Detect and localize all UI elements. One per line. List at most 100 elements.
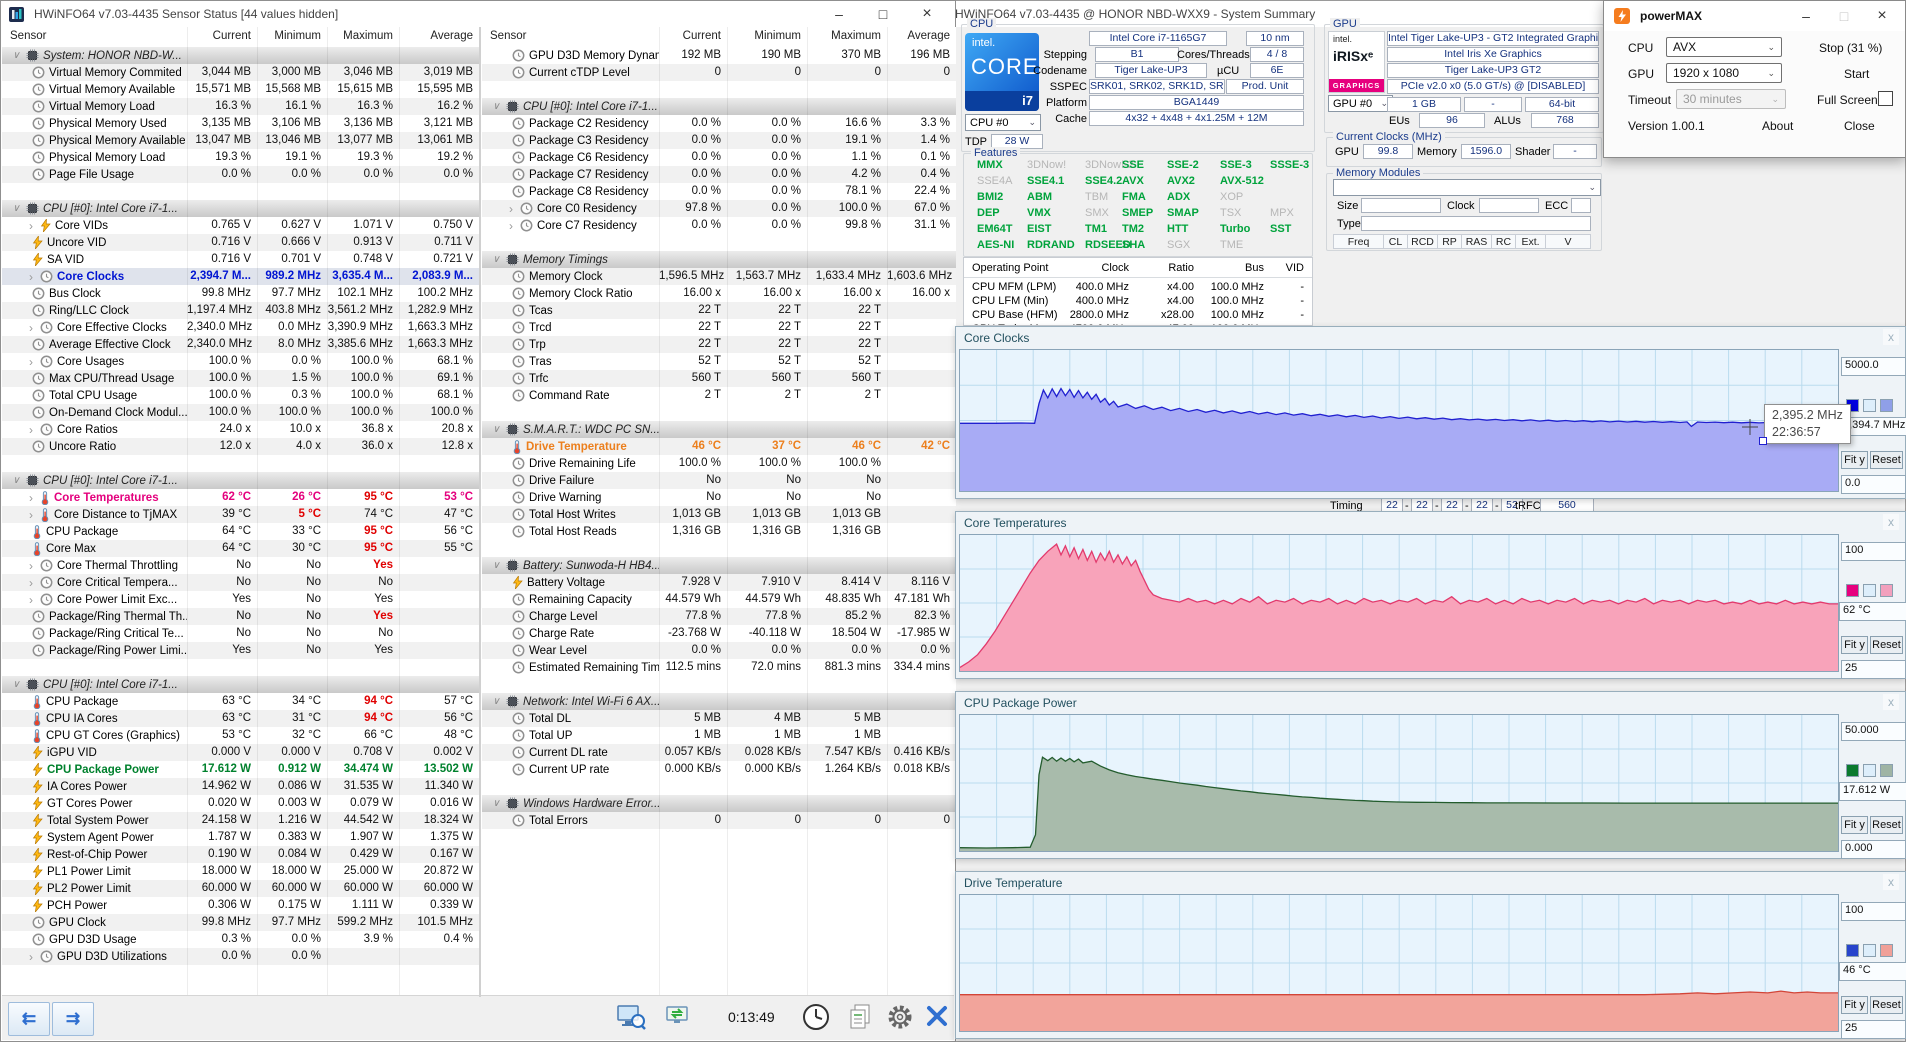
sensor-row[interactable]: Uncore Ratio12.0 x4.0 x36.0 x12.8 x [2,438,479,455]
graph-plot-area[interactable] [959,534,1839,672]
sensor-row[interactable]: ›Core Critical Tempera...NoNoNo [2,574,479,591]
sensor-section-row[interactable]: ∨CPU [#0]: Intel Core i7-1... [2,200,479,217]
sensor-row[interactable]: Command Rate2 T2 T2 T [482,387,956,404]
sensor-row[interactable]: ›Core Usages100.0 %0.0 %100.0 %68.1 % [2,353,479,370]
column-header-current[interactable]: Current [187,27,257,47]
sensor-row[interactable]: Drive WarningNoNoNo [482,489,956,506]
sensor-row[interactable]: Memory Clock Ratio16.00 x16.00 x16.00 x1… [482,285,956,302]
sensor-row[interactable]: Physical Memory Load19.3 %19.1 %19.3 %19… [2,149,479,166]
expand-icon[interactable]: › [24,950,38,964]
sensor-row[interactable]: Package C8 Residency0.0 %0.0 %78.1 %22.4… [482,183,956,200]
column-header-minimum[interactable]: Minimum [727,27,807,47]
pm-cpu-dropdown[interactable]: AVX⌄ [1666,37,1782,57]
sensor-section-row[interactable]: ∨Windows Hardware Error... [482,795,956,812]
sensor-row[interactable]: Battery Voltage7.928 V7.910 V8.414 V8.11… [482,574,956,591]
pm-stop-button[interactable]: Stop (31 %) [1819,41,1882,55]
maximize-button[interactable]: □ [1825,5,1863,27]
close-icon[interactable]: x [1883,694,1899,710]
fit-button[interactable]: Fit y [1841,451,1868,469]
sensor-row[interactable]: CPU Package63 °C34 °C94 °C57 °C [2,693,479,710]
graph-plot-area[interactable] [959,894,1839,1032]
graph-plot-area[interactable] [959,714,1839,852]
sensor-row[interactable]: Current DL rate0.057 KB/s0.028 KB/s7.547… [482,744,956,761]
column-header-sensor[interactable]: Sensor [482,27,659,47]
sensor-row[interactable]: Total Errors0000 [482,812,956,829]
sensor-row[interactable]: Current cTDP Level0000 [482,64,956,81]
sensor-row[interactable]: CPU GT Cores (Graphics)53 °C32 °C66 °C48… [2,727,479,744]
expand-icon[interactable]: › [24,559,38,573]
sensor-row[interactable]: Drive Remaining Life100.0 %100.0 %100.0 … [482,455,956,472]
column-header-sensor[interactable]: Sensor [2,27,187,47]
sensor-row[interactable]: ›Core Distance to TjMAX39 °C5 °C74 °C47 … [2,506,479,523]
fit-button[interactable]: Fit y [1841,636,1868,654]
sensor-row[interactable]: Package C2 Residency0.0 %0.0 %16.6 %3.3 … [482,115,956,132]
sensor-row[interactable]: Total UP1 MB1 MB1 MB [482,727,956,744]
powermax-titlebar[interactable]: powerMAX – □ × [1604,1,1905,31]
sensor-row[interactable]: CPU Package64 °C33 °C95 °C56 °C [2,523,479,540]
sensor-row[interactable]: Estimated Remaining Time112.5 mins72.0 m… [482,659,956,676]
sensor-row[interactable]: GPU Clock99.8 MHz97.7 MHz599.2 MHz101.5 … [2,914,479,931]
legend-swatch[interactable] [1880,764,1893,777]
legend-swatch[interactable] [1863,584,1876,597]
gpu-selector-dropdown[interactable]: GPU #0⌄ [1328,95,1393,112]
graph-plot-area[interactable] [959,349,1839,492]
sensor-row[interactable]: Max CPU/Thread Usage100.0 %1.5 %100.0 %6… [2,370,479,387]
sensor-row[interactable]: Trp22 T22 T22 T [482,336,956,353]
sensor-row[interactable]: Virtual Memory Load16.3 %16.1 %16.3 %16.… [2,98,479,115]
sensor-row[interactable]: Total CPU Usage100.0 %0.3 %100.0 %68.1 % [2,387,479,404]
sensor-titlebar[interactable]: HWiNFO64 v7.03-4435 Sensor Status [44 va… [1,1,955,27]
sensor-row[interactable]: PL2 Power Limit60.000 W60.000 W60.000 W6… [2,880,479,897]
sensor-row[interactable]: GPU D3D Usage0.3 %0.0 %3.9 %0.4 % [2,931,479,948]
sensor-row[interactable]: Package/Ring Power Limi...YesNoYes [2,642,479,659]
expand-icon[interactable]: › [24,355,38,369]
exit-icon[interactable] [924,1003,950,1034]
column-header-maximum[interactable]: Maximum [327,27,399,47]
legend-swatch[interactable] [1863,399,1876,412]
sensor-row[interactable]: Tcas22 T22 T22 T [482,302,956,319]
sensor-section-row[interactable]: ∨Battery: Sunwoda-H HB4... [482,557,956,574]
reset-button[interactable]: Reset [1870,996,1903,1014]
sensor-section-row[interactable]: ∨CPU [#0]: Intel Core i7-1... [482,98,956,115]
expand-icon[interactable]: › [504,202,518,216]
sensor-row[interactable]: ›Core C0 Residency97.8 %0.0 %100.0 %67.0… [482,200,956,217]
report-icon[interactable] [848,1003,874,1036]
sensor-section-row[interactable]: ∨CPU [#0]: Intel Core i7-1... [2,676,479,693]
sensor-row[interactable]: Remaining Capacity44.579 Wh44.579 Wh48.8… [482,591,956,608]
sensor-row[interactable]: Physical Memory Available13,047 MB13,046… [2,132,479,149]
expand-icon[interactable]: › [24,219,38,233]
minimize-button[interactable]: – [1787,5,1825,27]
close-button[interactable]: × [905,3,949,25]
sensor-row[interactable]: PCH Power0.306 W0.175 W1.111 W0.339 W [2,897,479,914]
expand-icon[interactable]: › [504,219,518,233]
sensor-row[interactable]: Memory Clock1,596.5 MHz1,563.7 MHz1,633.… [482,268,956,285]
sensor-row[interactable]: Tras52 T52 T52 T [482,353,956,370]
sensor-row[interactable]: Current UP rate0.000 KB/s0.000 KB/s1.264… [482,761,956,778]
legend-swatch[interactable] [1880,399,1893,412]
system-scan-icon[interactable] [616,1003,646,1036]
expand-icon[interactable]: › [24,576,38,590]
sensor-row[interactable]: Ring/LLC Clock1,197.4 MHz403.8 MHz3,561.… [2,302,479,319]
pm-fullscreen-checkbox[interactable] [1878,91,1893,106]
sensor-row[interactable]: Bus Clock99.8 MHz97.7 MHz102.1 MHz100.2 … [2,285,479,302]
nav-back-button[interactable]: ⇇ [8,1002,50,1036]
collapse-icon[interactable]: ∨ [8,50,24,61]
sensor-row[interactable]: Charge Rate-23.768 W-40.118 W18.504 W-17… [482,625,956,642]
reset-button[interactable]: Reset [1870,451,1903,469]
settings-gear-icon[interactable] [886,1003,914,1036]
clock-icon[interactable] [802,1003,830,1036]
sensor-row[interactable]: SA VID0.716 V0.701 V0.748 V0.721 V [2,251,479,268]
sensor-row[interactable]: GT Cores Power0.020 W0.003 W0.079 W0.016… [2,795,479,812]
pm-timeout-dropdown[interactable]: 30 minutes⌄ [1676,89,1786,109]
expand-icon[interactable]: › [24,423,38,437]
sensor-row[interactable]: Total DL5 MB4 MB5 MB [482,710,956,727]
sensor-row[interactable]: Package C3 Residency0.0 %0.0 %19.1 %1.4 … [482,132,956,149]
expand-icon[interactable]: › [24,593,38,607]
column-header-minimum[interactable]: Minimum [257,27,327,47]
sensor-section-row[interactable]: ∨S.M.A.R.T.: WDC PC SN... [482,421,956,438]
legend-swatch[interactable] [1863,944,1876,957]
close-button[interactable]: × [1863,5,1901,27]
sensor-row[interactable]: Trcd22 T22 T22 T [482,319,956,336]
sensor-row[interactable]: Trfc560 T560 T560 T [482,370,956,387]
sensor-row[interactable]: Package C7 Residency0.0 %0.0 %4.2 %0.4 % [482,166,956,183]
sensor-section-row[interactable]: ∨CPU [#0]: Intel Core i7-1... [2,472,479,489]
